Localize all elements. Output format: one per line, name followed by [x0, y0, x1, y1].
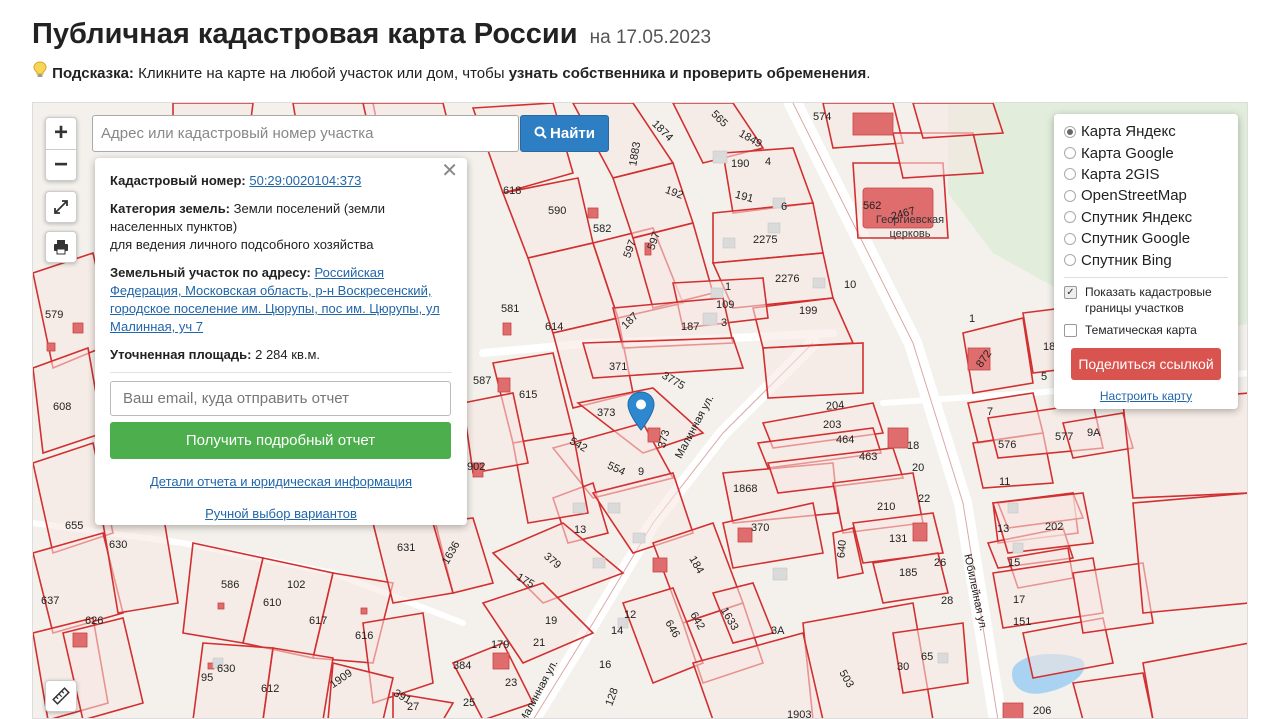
- radio-icon[interactable]: [1064, 232, 1076, 245]
- layer-option-label: Спутник Bing: [1081, 251, 1172, 269]
- fullscreen-button[interactable]: [45, 191, 77, 223]
- page-title: Публичная кадастровая карта России на 17…: [32, 18, 711, 51]
- hint-text: Кликните на карте на любой участок или д…: [133, 65, 509, 82]
- address-label: Земельный участок по адресу:: [110, 265, 311, 280]
- land-category-row: Категория земель: Земли поселений (земли…: [110, 200, 452, 254]
- lightbulb-icon: [32, 61, 48, 82]
- radio-icon[interactable]: [1064, 168, 1076, 181]
- find-button[interactable]: Найти: [520, 115, 609, 152]
- show-boundaries-toggle[interactable]: ✓ Показать кадастровые границы участков: [1064, 284, 1228, 316]
- cadastral-number-label: Кадастровый номер:: [110, 173, 246, 188]
- layer-option-osm[interactable]: OpenStreetMap: [1064, 185, 1228, 206]
- layer-option-google-satellite[interactable]: Спутник Google: [1064, 228, 1228, 249]
- ruler-icon: [52, 687, 70, 705]
- search-input[interactable]: [92, 115, 519, 152]
- thematic-map-label: Тематическая карта: [1085, 322, 1197, 337]
- radio-icon[interactable]: [1064, 211, 1076, 224]
- layer-option-yandex-map[interactable]: Карта Яндекс: [1064, 121, 1228, 142]
- page-title-text: Публичная кадастровая карта России: [32, 18, 578, 50]
- share-link-button[interactable]: Поделиться ссылкой: [1071, 347, 1221, 380]
- zoom-control: + −: [45, 117, 77, 181]
- hint-label: Подсказка:: [52, 65, 134, 82]
- configure-map-link[interactable]: Настроить карту: [1064, 389, 1228, 403]
- radio-icon[interactable]: [1064, 147, 1076, 160]
- layer-option-label: Карта Яндекс: [1081, 123, 1176, 141]
- radio-icon[interactable]: [1064, 254, 1076, 267]
- thematic-map-toggle[interactable]: Тематическая карта: [1064, 322, 1228, 338]
- layer-option-label: OpenStreetMap: [1081, 187, 1187, 205]
- checkbox-icon[interactable]: [1064, 323, 1077, 337]
- layer-option-label: Карта Google: [1081, 144, 1174, 162]
- zoom-in-button[interactable]: +: [46, 118, 76, 149]
- layer-option-label: Спутник Яндекс: [1081, 208, 1193, 226]
- ruler-button[interactable]: [45, 680, 77, 712]
- page-date: на 17.05.2023: [589, 27, 712, 48]
- layer-option-2gis-map[interactable]: Карта 2GIS: [1064, 164, 1228, 185]
- land-category-label: Категория земель:: [110, 201, 231, 216]
- location-marker-icon[interactable]: [627, 391, 655, 431]
- layer-option-bing-satellite[interactable]: Спутник Bing: [1064, 249, 1228, 270]
- zoom-out-button[interactable]: −: [46, 149, 76, 180]
- checkbox-checked-icon[interactable]: ✓: [1064, 285, 1077, 299]
- layer-option-label: Спутник Google: [1081, 230, 1191, 248]
- layer-option-label: Карта 2GIS: [1081, 165, 1160, 183]
- radio-icon[interactable]: [1064, 125, 1076, 138]
- get-report-button[interactable]: Получить подробный отчет: [110, 422, 451, 459]
- hint-bold-text: узнать собственника и проверить обремене…: [508, 65, 867, 82]
- hint-text-end: .: [866, 65, 871, 82]
- email-input[interactable]: [110, 381, 451, 416]
- printer-icon: [54, 240, 68, 255]
- area-row: Уточненная площадь: 2 284 кв.м.: [110, 346, 452, 364]
- divider: [110, 372, 452, 373]
- layer-option-yandex-satellite[interactable]: Спутник Яндекс: [1064, 207, 1228, 228]
- layer-option-google-map[interactable]: Карта Google: [1064, 142, 1228, 163]
- cadastral-number-row: Кадастровый номер: 50:29:0020104:373: [110, 172, 452, 190]
- find-button-label: Найти: [550, 125, 595, 142]
- parcel-info-popup: ✕ Кадастровый номер: 50:29:0020104:373 К…: [95, 158, 467, 525]
- area-value: 2 284 кв.м.: [255, 347, 321, 362]
- cadastral-map[interactable]: 574 565 1849 1874 190 1883 562 2467 618 …: [32, 102, 1248, 719]
- radio-icon[interactable]: [1064, 189, 1076, 202]
- show-boundaries-label: Показать кадастровые границы участков: [1085, 284, 1212, 315]
- hint-bar: Подсказка: Кликните на карте на любой уч…: [32, 61, 870, 82]
- land-usage-value: для ведения личного подсобного хозяйства: [110, 237, 374, 252]
- close-icon[interactable]: ✕: [441, 161, 458, 181]
- search-icon: [534, 126, 547, 139]
- report-details-link[interactable]: Детали отчета и юридическая информация: [150, 474, 412, 489]
- area-label: Уточненная площадь:: [110, 347, 252, 362]
- divider: [1064, 276, 1228, 278]
- print-button[interactable]: [45, 231, 77, 263]
- map-layers-panel: Карта Яндекс Карта Google Карта 2GIS Ope…: [1054, 114, 1238, 409]
- manual-selection-link[interactable]: Ручной выбор вариантов: [205, 506, 357, 521]
- cadastral-number-link[interactable]: 50:29:0020104:373: [249, 173, 361, 188]
- address-row: Земельный участок по адресу: Российская …: [110, 264, 452, 336]
- expand-icon: [54, 200, 68, 214]
